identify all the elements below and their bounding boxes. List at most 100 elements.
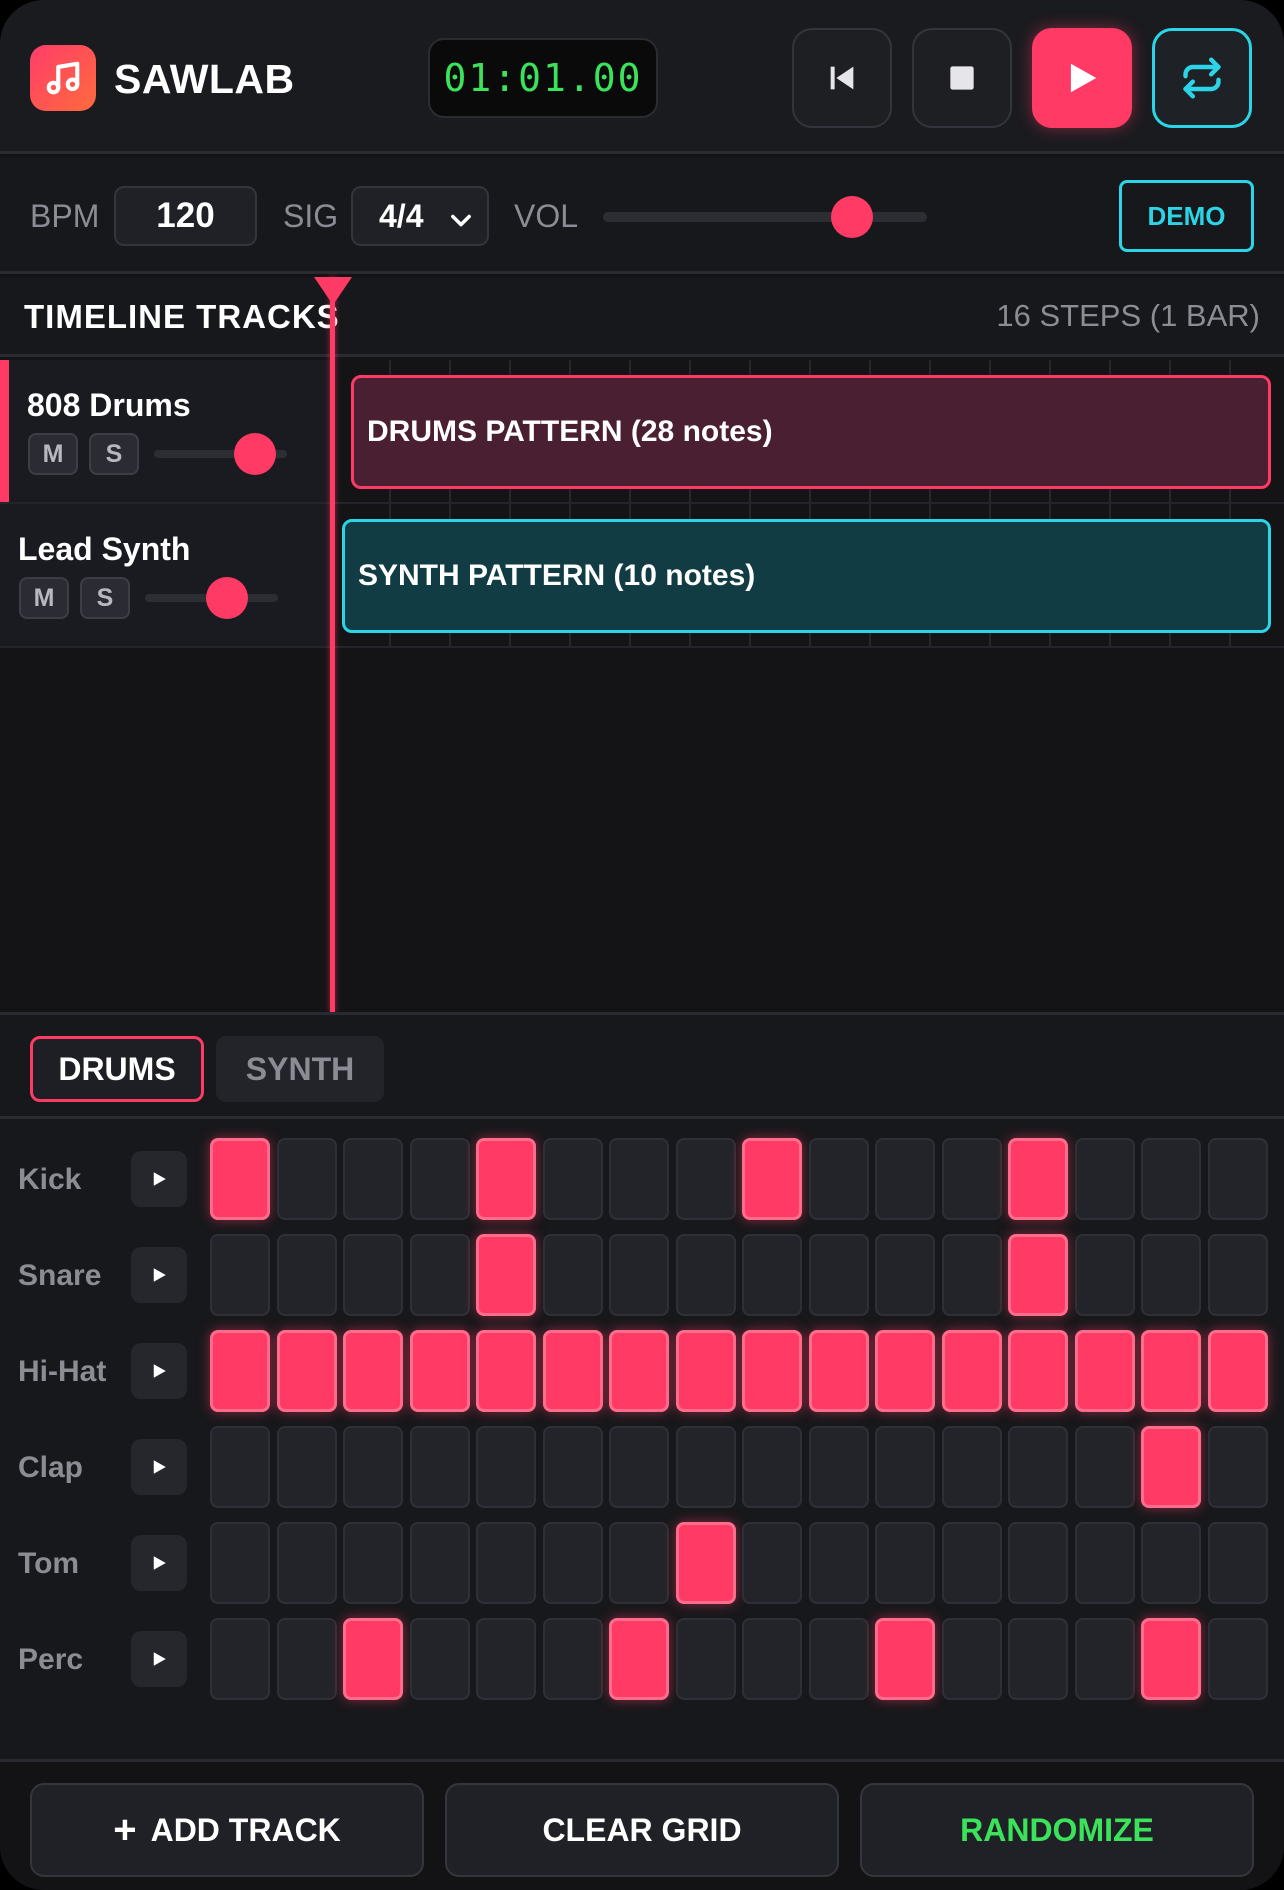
step-cell[interactable] <box>542 1426 603 1508</box>
mute-button[interactable]: M <box>28 433 78 475</box>
step-cell[interactable] <box>808 1330 869 1412</box>
tab-drums[interactable]: DRUMS <box>30 1036 204 1102</box>
step-cell[interactable] <box>476 1138 536 1220</box>
step-cell[interactable] <box>675 1522 736 1604</box>
step-cell[interactable] <box>210 1234 270 1316</box>
demo-button[interactable]: DEMO <box>1119 180 1254 252</box>
step-cell[interactable] <box>941 1330 1002 1412</box>
volume-slider-track[interactable] <box>603 212 927 222</box>
step-cell[interactable] <box>1207 1330 1268 1412</box>
step-cell[interactable] <box>1008 1426 1068 1508</box>
row-preview-button[interactable] <box>131 1631 187 1687</box>
step-cell[interactable] <box>808 1138 869 1220</box>
step-cell[interactable] <box>1008 1618 1068 1700</box>
step-cell[interactable] <box>542 1138 603 1220</box>
bpm-input[interactable]: 120 <box>114 186 257 246</box>
step-cell[interactable] <box>675 1138 736 1220</box>
tab-synth[interactable]: SYNTH <box>216 1036 384 1102</box>
step-cell[interactable] <box>808 1618 869 1700</box>
step-cell[interactable] <box>609 1234 669 1316</box>
step-cell[interactable] <box>941 1618 1002 1700</box>
step-cell[interactable] <box>875 1138 935 1220</box>
step-cell[interactable] <box>276 1330 337 1412</box>
step-cell[interactable] <box>476 1234 536 1316</box>
solo-button[interactable]: S <box>89 433 139 475</box>
step-cell[interactable] <box>1207 1138 1268 1220</box>
step-cell[interactable] <box>941 1234 1002 1316</box>
step-cell[interactable] <box>808 1522 869 1604</box>
step-cell[interactable] <box>742 1522 802 1604</box>
playhead[interactable] <box>330 277 335 1012</box>
step-cell[interactable] <box>210 1138 270 1220</box>
row-preview-button[interactable] <box>131 1247 187 1303</box>
step-cell[interactable] <box>1074 1138 1135 1220</box>
step-cell[interactable] <box>1008 1330 1068 1412</box>
step-cell[interactable] <box>1141 1618 1201 1700</box>
step-cell[interactable] <box>476 1522 536 1604</box>
step-cell[interactable] <box>1074 1330 1135 1412</box>
step-cell[interactable] <box>1008 1522 1068 1604</box>
stop-button[interactable] <box>912 28 1012 128</box>
row-preview-button[interactable] <box>131 1535 187 1591</box>
step-cell[interactable] <box>808 1426 869 1508</box>
step-cell[interactable] <box>875 1234 935 1316</box>
step-cell[interactable] <box>542 1330 603 1412</box>
step-cell[interactable] <box>675 1426 736 1508</box>
mute-button[interactable]: M <box>19 577 69 619</box>
step-cell[interactable] <box>210 1330 270 1412</box>
step-cell[interactable] <box>808 1234 869 1316</box>
step-cell[interactable] <box>343 1522 403 1604</box>
step-cell[interactable] <box>476 1330 536 1412</box>
step-cell[interactable] <box>1008 1234 1068 1316</box>
step-cell[interactable] <box>343 1234 403 1316</box>
step-cell[interactable] <box>1207 1618 1268 1700</box>
step-cell[interactable] <box>542 1234 603 1316</box>
step-cell[interactable] <box>1207 1426 1268 1508</box>
step-cell[interactable] <box>742 1618 802 1700</box>
step-cell[interactable] <box>1141 1330 1201 1412</box>
step-cell[interactable] <box>742 1138 802 1220</box>
step-cell[interactable] <box>409 1426 470 1508</box>
step-cell[interactable] <box>210 1618 270 1700</box>
clear-grid-button[interactable]: CLEAR GRID <box>445 1783 839 1877</box>
step-cell[interactable] <box>875 1618 935 1700</box>
step-cell[interactable] <box>343 1426 403 1508</box>
drums-pattern-clip[interactable]: DRUMS PATTERN (28 notes) <box>351 375 1271 489</box>
step-cell[interactable] <box>1074 1234 1135 1316</box>
step-cell[interactable] <box>210 1426 270 1508</box>
step-cell[interactable] <box>1141 1234 1201 1316</box>
time-signature-select[interactable]: 4/4 <box>351 186 489 246</box>
step-cell[interactable] <box>675 1234 736 1316</box>
playhead-marker-icon[interactable] <box>314 277 352 305</box>
step-cell[interactable] <box>276 1522 337 1604</box>
play-button[interactable] <box>1032 28 1132 128</box>
track-808-drums[interactable]: 808 Drums M S DRUMS PATTERN (28 notes) <box>0 360 1284 504</box>
step-cell[interactable] <box>1008 1138 1068 1220</box>
step-cell[interactable] <box>675 1330 736 1412</box>
step-cell[interactable] <box>210 1522 270 1604</box>
step-cell[interactable] <box>1141 1426 1201 1508</box>
step-cell[interactable] <box>941 1138 1002 1220</box>
track-volume-thumb[interactable] <box>234 433 276 475</box>
solo-button[interactable]: S <box>80 577 130 619</box>
step-cell[interactable] <box>276 1234 337 1316</box>
row-preview-button[interactable] <box>131 1343 187 1399</box>
loop-button[interactable] <box>1152 28 1252 128</box>
step-cell[interactable] <box>1141 1522 1201 1604</box>
step-cell[interactable] <box>875 1330 935 1412</box>
step-cell[interactable] <box>1074 1426 1135 1508</box>
track-lead-synth[interactable]: Lead Synth M S SYNTH PATTERN (10 notes) <box>0 504 1284 648</box>
step-cell[interactable] <box>276 1618 337 1700</box>
step-cell[interactable] <box>276 1138 337 1220</box>
step-cell[interactable] <box>409 1138 470 1220</box>
step-cell[interactable] <box>742 1330 802 1412</box>
step-cell[interactable] <box>343 1618 403 1700</box>
step-cell[interactable] <box>609 1138 669 1220</box>
randomize-button[interactable]: RANDOMIZE <box>860 1783 1254 1877</box>
step-cell[interactable] <box>609 1330 669 1412</box>
step-cell[interactable] <box>409 1234 470 1316</box>
step-cell[interactable] <box>276 1426 337 1508</box>
step-cell[interactable] <box>1207 1522 1268 1604</box>
step-cell[interactable] <box>941 1426 1002 1508</box>
row-preview-button[interactable] <box>131 1151 187 1207</box>
